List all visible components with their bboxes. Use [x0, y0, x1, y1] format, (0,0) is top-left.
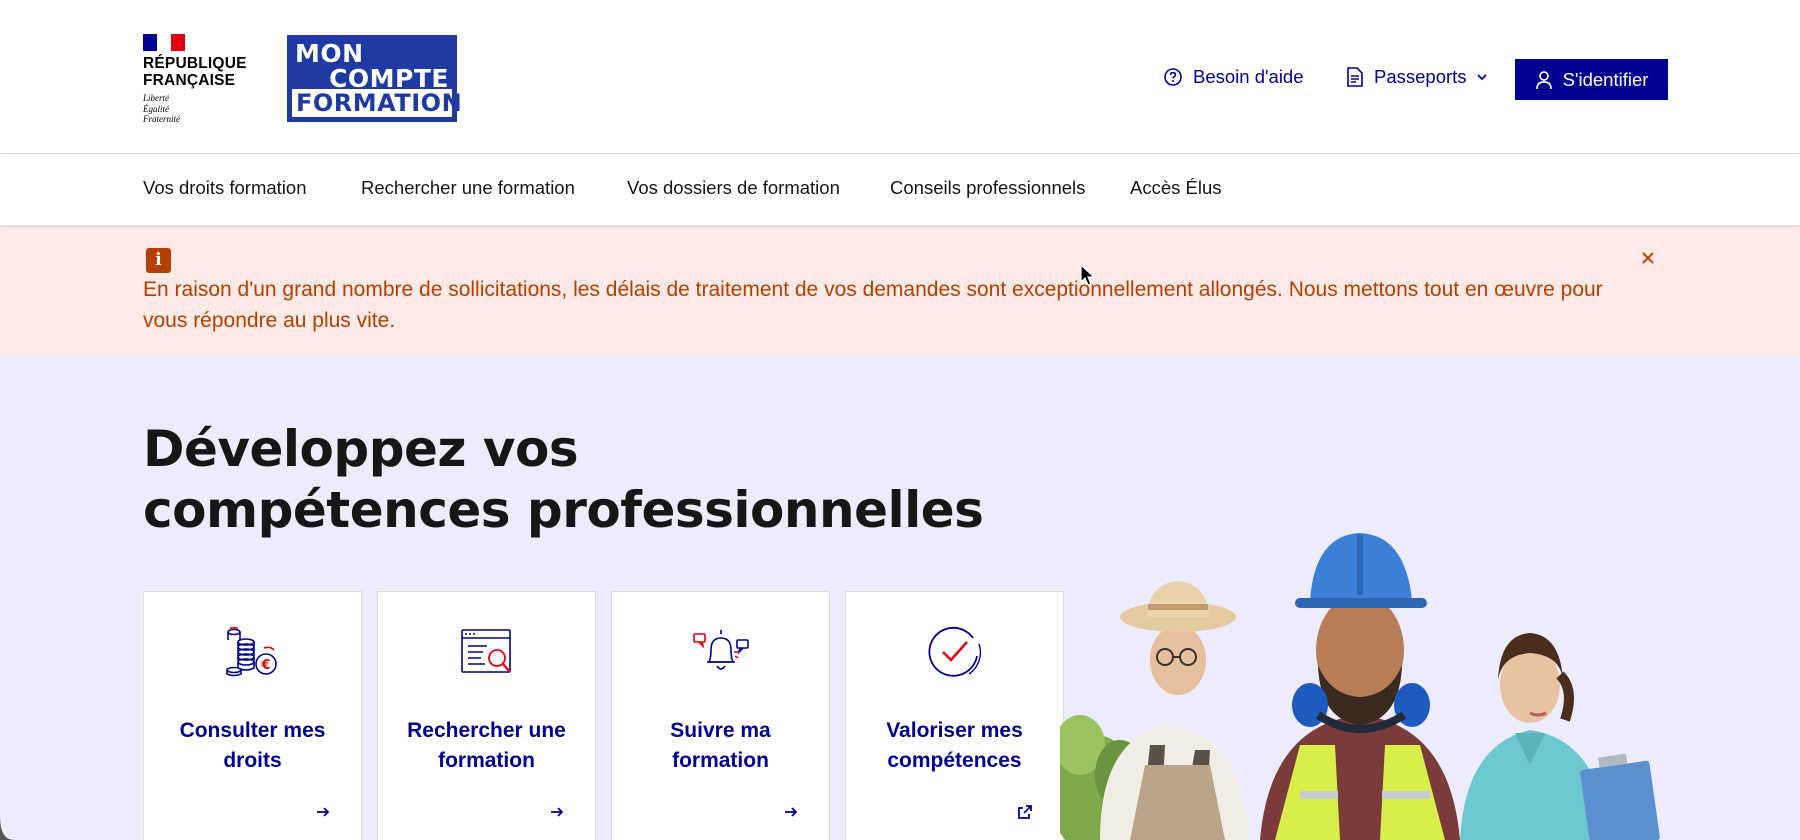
gov-name-line2: FRANÇAISE — [143, 72, 236, 89]
card-label: Suivre ma formation — [622, 716, 819, 776]
card-label-line1: Rechercher une — [407, 719, 566, 742]
nav-item-rechercher[interactable]: Rechercher une formation — [361, 177, 575, 199]
card-rechercher-formation[interactable]: Rechercher une formation — [377, 591, 596, 840]
motto-liberte: Liberté — [143, 93, 169, 103]
nav-item-acces-elus[interactable]: Accès Élus — [1130, 177, 1222, 199]
card-label-line1: Valoriser mes — [886, 719, 1023, 742]
passports-dropdown[interactable]: Passeports — [1346, 62, 1489, 92]
person-construction-worker-image — [1260, 533, 1460, 840]
hero-title-line1: Développez vos — [143, 420, 579, 478]
arrow-right-icon — [551, 807, 564, 817]
card-valoriser-competences[interactable]: Valoriser mes compétences — [845, 591, 1064, 840]
mouse-cursor-icon — [1080, 264, 1096, 286]
person-farmer-image — [1100, 581, 1250, 840]
logo-line-formation: FORMATION — [292, 89, 462, 117]
user-icon — [1535, 70, 1552, 89]
nav-item-conseils[interactable]: Conseils professionnels — [890, 177, 1085, 199]
check-circle-icon — [927, 626, 981, 677]
help-link[interactable]: Besoin d'aide — [1163, 62, 1304, 92]
card-label-line1: Consulter mes — [179, 719, 326, 742]
hero-title: Développez vos compétences professionnel… — [143, 419, 984, 541]
alert-message: En raison d'un grand nombre de sollicita… — [143, 278, 1603, 332]
coins-euro-icon: € — [225, 627, 277, 677]
bell-notification-icon — [692, 630, 749, 670]
chevron-down-icon — [1476, 74, 1487, 81]
card-consulter-droits[interactable]: € Consulter mes droits — [143, 591, 362, 840]
gov-name-line1: RÉPUBLIQUE — [143, 55, 247, 72]
external-link-icon — [1018, 805, 1032, 819]
question-circle-icon — [1164, 68, 1182, 86]
nav-item-droits[interactable]: Vos droits formation — [143, 177, 307, 199]
close-icon — [1642, 252, 1654, 264]
card-label-line2: formation — [672, 749, 769, 772]
nav-item-dossiers[interactable]: Vos dossiers de formation — [627, 177, 840, 199]
hero-title-line2: compétences professionnelles — [143, 481, 984, 539]
arrow-right-icon — [785, 807, 798, 817]
card-suivre-formation[interactable]: Suivre ma formation — [611, 591, 830, 840]
person-nurse-image — [1460, 633, 1660, 840]
card-label: Valoriser mes compétences — [856, 716, 1053, 776]
browser-search-icon — [460, 629, 511, 673]
card-label-line1: Suivre ma — [670, 719, 771, 742]
motto-fraternite: Fraternité — [143, 114, 180, 124]
republique-francaise-logo[interactable]: RÉPUBLIQUE FRANÇAISE Liberté Égalité Fra… — [143, 34, 253, 125]
card-label: Rechercher une formation — [388, 716, 585, 776]
passports-label: Passeports — [1374, 66, 1467, 87]
help-link-label: Besoin d'aide — [1193, 66, 1304, 87]
info-icon: i — [146, 248, 171, 273]
motto-egalite: Égalité — [143, 103, 169, 114]
french-flag-icon — [143, 34, 185, 51]
main-navigation: Vos droits formation Rechercher une form… — [0, 155, 1800, 225]
card-label-line2: compétences — [887, 749, 1022, 772]
login-button[interactable]: S'identifier — [1515, 59, 1668, 100]
window-corner-decoration — [0, 816, 14, 840]
card-label-line2: droits — [223, 749, 282, 772]
hero-section: Développez vos compétences professionnel… — [0, 355, 1800, 840]
site-header: RÉPUBLIQUE FRANÇAISE Liberté Égalité Fra… — [0, 0, 1800, 154]
svg-text:€: € — [260, 658, 270, 673]
card-label-line2: formation — [438, 749, 535, 772]
alert-close-button[interactable] — [1636, 246, 1660, 270]
workers-illustration — [1060, 533, 1660, 840]
document-icon — [1347, 67, 1363, 87]
login-button-label: S'identifier — [1562, 68, 1649, 90]
mon-compte-formation-logo[interactable]: MON COMPTE FORMATION — [287, 35, 462, 122]
card-label: Consulter mes droits — [154, 716, 351, 776]
arrow-right-icon — [317, 807, 330, 817]
